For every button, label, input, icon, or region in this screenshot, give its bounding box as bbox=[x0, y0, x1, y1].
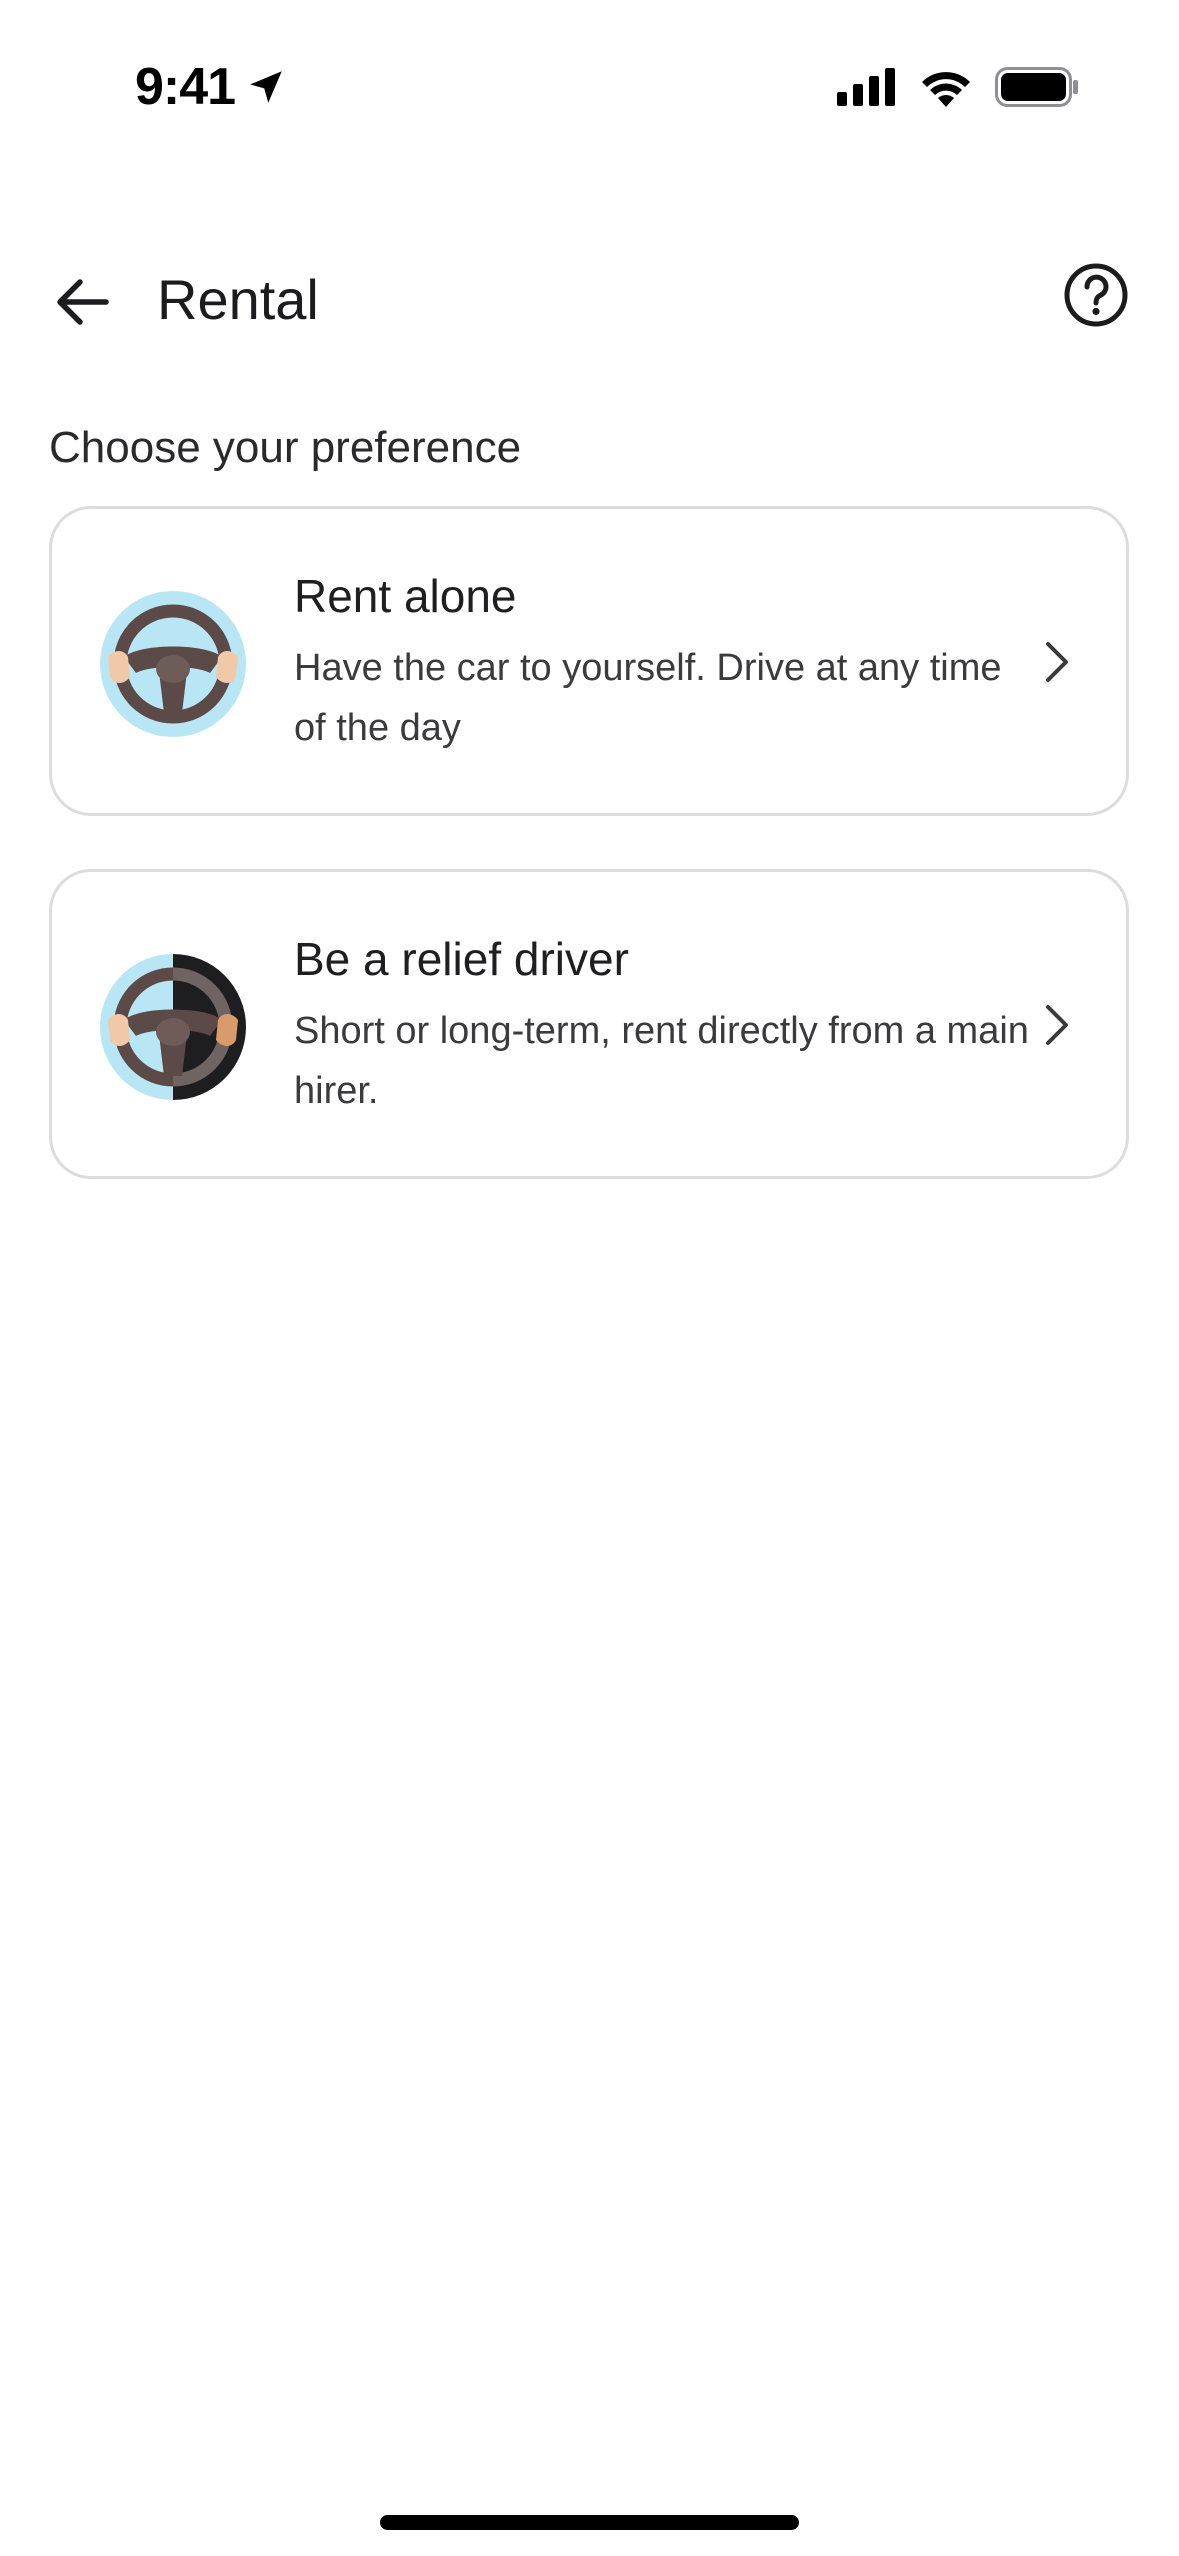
option-text: Be a relief driver Short or long-term, r… bbox=[294, 927, 1034, 1121]
steering-wheel-split-icon bbox=[100, 954, 246, 1100]
help-circle-icon bbox=[1064, 263, 1128, 327]
page-title: Rental bbox=[157, 268, 319, 331]
rental-screen: 9:41 Rental Choose your preference Rent … bbox=[0, 0, 1179, 2556]
option-title: Be a relief driver bbox=[294, 933, 629, 985]
option-title: Rent alone bbox=[294, 570, 517, 622]
status-time-group: 9:41 bbox=[135, 55, 287, 119]
chevron-right-icon bbox=[1046, 642, 1068, 682]
steering-wheel-icon bbox=[100, 591, 246, 737]
back-arrow-icon bbox=[57, 279, 109, 325]
help-button[interactable] bbox=[1061, 260, 1131, 330]
option-text: Rent alone Have the car to yourself. Dri… bbox=[294, 564, 1034, 758]
battery-icon bbox=[995, 67, 1078, 107]
chevron-right-icon bbox=[1046, 1005, 1068, 1045]
option-relief-driver[interactable]: Be a relief driver Short or long-term, r… bbox=[49, 869, 1129, 1179]
home-indicator[interactable] bbox=[380, 2515, 799, 2530]
status-time: 9:41 bbox=[135, 58, 236, 116]
option-rent-alone[interactable]: Rent alone Have the car to yourself. Dri… bbox=[49, 506, 1129, 816]
status-icons bbox=[837, 62, 1079, 112]
back-button[interactable] bbox=[50, 270, 114, 334]
section-title: Choose your preference bbox=[49, 423, 522, 472]
option-description: Short or long-term, rent directly from a… bbox=[294, 1010, 1029, 1112]
wifi-icon bbox=[922, 72, 970, 107]
cellular-signal-icon bbox=[837, 68, 895, 106]
status-bar: 9:41 bbox=[0, 0, 1179, 150]
location-arrow-icon bbox=[250, 71, 282, 103]
option-description: Have the car to yourself. Drive at any t… bbox=[294, 647, 1002, 749]
app-header: Rental bbox=[0, 240, 1179, 350]
